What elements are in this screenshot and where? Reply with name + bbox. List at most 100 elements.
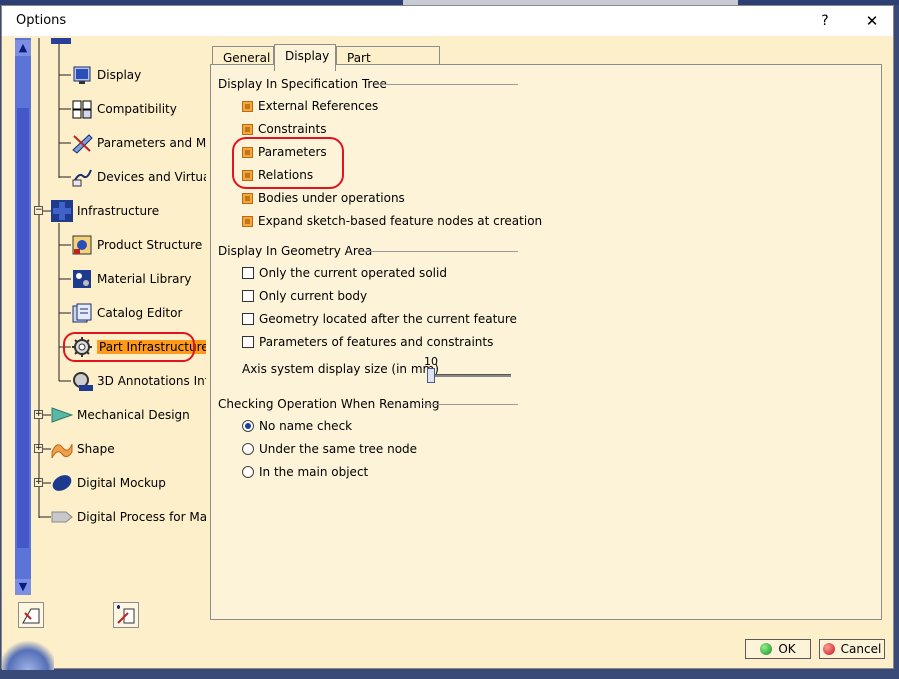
option-external-references[interactable]: External References — [242, 99, 378, 113]
tree-item-label: Product Structure — [97, 238, 203, 252]
tree-item-label: Compatibility — [97, 102, 177, 116]
cancel-label: Cancel — [840, 642, 882, 656]
catia-logo — [2, 640, 54, 670]
expand-mechanical-design[interactable]: + — [34, 410, 43, 419]
annotations-icon — [71, 370, 93, 392]
option-label: In the main object — [259, 465, 369, 479]
expand-infrastructure[interactable]: − — [34, 206, 43, 215]
wand-icon — [117, 605, 135, 624]
tree-item-compatibility[interactable]: Compatibility — [71, 96, 177, 122]
hand-icon — [22, 608, 40, 624]
option-expand-sketch-nodes[interactable]: Expand sketch-based feature nodes at cre… — [242, 214, 542, 228]
option-constraints[interactable]: Constraints — [242, 122, 326, 136]
checkbox-box[interactable] — [242, 336, 254, 348]
tree-item-label: Parameters and Meas — [97, 136, 206, 150]
close-button[interactable]: ✕ — [860, 10, 884, 32]
option-icon — [242, 215, 253, 227]
tree-item-label: Infrastructure — [77, 204, 160, 218]
option-bodies-under-operations[interactable]: Bodies under operations — [242, 191, 405, 205]
radio-no-name-check[interactable]: No name check — [242, 419, 352, 433]
tree-item-product-structure[interactable]: Product Structure — [71, 232, 202, 258]
option-label: External References — [258, 99, 379, 113]
radio-button[interactable] — [242, 443, 254, 455]
tree-item-infrastructure[interactable]: Infrastructure — [51, 198, 159, 224]
option-label: Only the current operated solid — [259, 266, 447, 280]
tree-item-shape[interactable]: Shape — [51, 436, 115, 462]
section-divider — [360, 251, 518, 252]
tree-item-display[interactable]: Display — [71, 62, 141, 88]
tree-item-label: Display — [97, 68, 142, 82]
option-label: Under the same tree node — [259, 442, 418, 456]
option-label: Bodies under operations — [258, 191, 405, 205]
radio-button[interactable] — [242, 466, 254, 478]
checkbox-box[interactable] — [242, 290, 254, 302]
axis-size-slider-thumb[interactable] — [427, 368, 435, 383]
section-divider — [422, 404, 518, 405]
checkbox-box[interactable] — [242, 267, 254, 279]
ok-button[interactable]: OK — [745, 639, 811, 659]
tree-item-mechanical-design[interactable]: Mechanical Design — [51, 402, 190, 428]
tree-item-catalog-editor[interactable]: Catalog Editor — [71, 300, 182, 326]
radio-main-object[interactable]: In the main object — [242, 465, 368, 479]
option-label: Parameters — [258, 145, 327, 159]
checkbox-parameters-of-features[interactable]: Parameters of features and constraints — [242, 335, 493, 349]
tree-item-label: Devices and Virtual R — [97, 170, 206, 184]
section-divider — [377, 84, 518, 85]
tree-item-devices[interactable]: Devices and Virtual R — [71, 164, 206, 190]
option-icon — [242, 192, 253, 204]
axis-size-slider-track[interactable] — [433, 374, 511, 377]
checkbox-box[interactable] — [242, 313, 254, 325]
tree-item-parameters[interactable]: Parameters and Meas — [71, 130, 206, 156]
checkbox-current-body[interactable]: Only current body — [242, 289, 367, 303]
tree-item-digital-process[interactable]: Digital Process for Manuf — [51, 504, 206, 530]
tree-item-label: Shape — [77, 442, 115, 456]
compatibility-icon — [71, 98, 93, 120]
ok-label: OK — [778, 642, 796, 656]
checkbox-geometry-after-feature[interactable]: Geometry located after the current featu… — [242, 312, 517, 326]
display-icon — [71, 64, 93, 86]
tree-tool-button-2[interactable] — [113, 602, 139, 628]
infrastructure-icon — [51, 200, 73, 222]
help-button[interactable]: ? — [814, 10, 836, 32]
title-bar: Options ? ✕ — [2, 6, 893, 36]
option-icon — [242, 169, 253, 181]
axis-size-label: Axis system display size (in mm) — [242, 362, 439, 376]
tab-label: General — [223, 51, 271, 65]
option-label: Only current body — [259, 289, 368, 303]
digital-process-icon — [51, 506, 73, 528]
shape-icon — [51, 438, 73, 460]
option-label: Geometry located after the current featu… — [259, 312, 517, 326]
option-label: Constraints — [258, 122, 327, 136]
checkbox-current-operated-solid[interactable]: Only the current operated solid — [242, 266, 447, 280]
tree-item-3d-annotations[interactable]: 3D Annotations Infras — [71, 368, 206, 394]
radio-button[interactable] — [242, 420, 254, 432]
section-title-renaming: Checking Operation When Renaming — [218, 397, 440, 411]
catalog-editor-icon — [71, 302, 93, 324]
part-infrastructure-icon — [71, 336, 93, 358]
option-label: Expand sketch-based feature nodes at cre… — [258, 214, 543, 228]
radio-same-tree-node[interactable]: Under the same tree node — [242, 442, 417, 456]
tree-item-label: Catalog Editor — [97, 306, 183, 320]
tree-tool-button-1[interactable] — [18, 602, 44, 628]
expand-shape[interactable]: + — [34, 444, 43, 453]
tree-item-material-library[interactable]: Material Library — [71, 266, 192, 292]
cancel-button[interactable]: Cancel — [819, 639, 885, 659]
parameters-icon — [71, 132, 93, 154]
tab-label: Display — [285, 49, 330, 63]
ok-icon — [760, 643, 773, 655]
section-title-spec-tree: Display In Specification Tree — [218, 77, 387, 91]
devices-icon — [71, 166, 93, 188]
material-library-icon — [71, 268, 93, 290]
tab-display[interactable]: Display — [274, 44, 336, 71]
option-parameters[interactable]: Parameters — [242, 145, 327, 159]
tree-item-part-infrastructure[interactable]: Part Infrastructure — [71, 334, 206, 360]
option-label: Parameters of features and constraints — [259, 335, 494, 349]
expand-digital-mockup[interactable]: + — [34, 478, 43, 487]
option-relations[interactable]: Relations — [242, 168, 313, 182]
tree-item-digital-mockup[interactable]: Digital Mockup — [51, 470, 166, 496]
digital-mockup-icon — [51, 472, 73, 494]
general-node-icon — [51, 38, 71, 44]
tree-item-label: Material Library — [97, 272, 192, 286]
tree-item-label: Part Infrastructure — [97, 340, 206, 354]
option-label: Relations — [258, 168, 314, 182]
